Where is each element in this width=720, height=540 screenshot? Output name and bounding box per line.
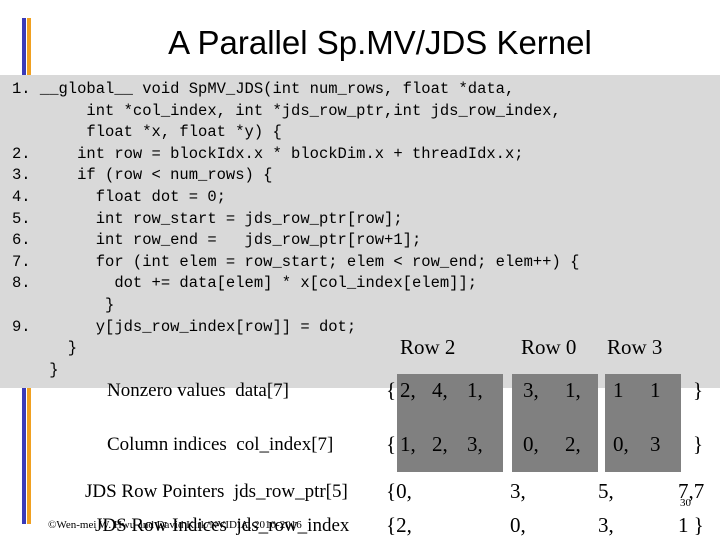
array-value: 5,: [598, 479, 614, 503]
array-value: 1,: [400, 432, 416, 456]
copyright-footer: ©Wen-mei W. Hwu and David Kirk/NVIDIA, 2…: [48, 519, 302, 531]
array-value: 1: [650, 378, 661, 402]
code-line: }: [12, 296, 115, 314]
array-value: 3,: [510, 479, 526, 503]
col-index-label: Column indices col_index[7]: [107, 434, 334, 455]
accent-bar-blue-bottom: [22, 388, 26, 524]
array-open-brace: {: [386, 378, 397, 402]
array-value: 4,: [432, 378, 448, 402]
code-line: float *x, float *y) {: [12, 123, 282, 142]
array-close-brace: }: [693, 378, 704, 402]
array-value: 1,: [565, 378, 581, 402]
row-label-3: Row 3: [607, 335, 663, 359]
array-value: 2,: [400, 378, 416, 402]
array-close-brace: }: [693, 432, 704, 456]
array-value: 2,: [432, 432, 448, 456]
array-value: 3,: [467, 432, 483, 456]
array-value: 3,: [598, 513, 614, 537]
array-value: 1 }: [678, 513, 704, 537]
code-line: }: [12, 360, 59, 379]
row-label-0: Row 0: [521, 335, 577, 359]
code-line: 9. y[jds_row_index[row]] = dot;: [12, 317, 357, 336]
array-open-brace: {: [386, 432, 397, 456]
array-value: 3: [650, 432, 661, 456]
array-value: 1,: [467, 378, 483, 402]
code-line: int *col_index, int *jds_row_ptr,int jds…: [12, 101, 561, 120]
array-value: 0,: [510, 513, 526, 537]
jds-row-ptr-label: JDS Row Pointers jds_row_ptr[5]: [85, 481, 348, 502]
code-line: 2. int row = blockIdx.x * blockDim.x + t…: [12, 144, 524, 163]
code-line: }: [12, 339, 78, 358]
array-value: 3,: [523, 378, 539, 402]
slide-title: A Parallel Sp.MV/JDS Kernel: [168, 24, 592, 61]
array-value: {0,: [386, 479, 412, 503]
code-line: 1. __global__ void SpMV_JDS(int num_rows…: [12, 80, 515, 98]
page-number: 30: [680, 497, 691, 509]
data-label: Nonzero values data[7]: [107, 380, 290, 401]
code-line: 3. if (row < num_rows) {: [12, 166, 273, 185]
code-line: 5. int row_start = jds_row_ptr[row];: [12, 209, 403, 228]
code-line: 4. float dot = 0;: [12, 188, 226, 206]
row-label-2: Row 2: [400, 335, 456, 359]
array-value: 1: [613, 378, 624, 402]
code-line: 7. for (int elem = row_start; elem < row…: [12, 252, 580, 271]
array-value: 0,: [613, 432, 629, 456]
accent-bar-orange-bottom: [27, 388, 31, 524]
array-value: 2,: [565, 432, 581, 456]
code-line: 6. int row_end = jds_row_ptr[row+1];: [12, 231, 422, 250]
array-value: 0,: [523, 432, 539, 456]
code-line: 8. dot += data[elem] * x[col_index[elem]…: [12, 274, 478, 293]
array-value: {2,: [386, 513, 412, 537]
